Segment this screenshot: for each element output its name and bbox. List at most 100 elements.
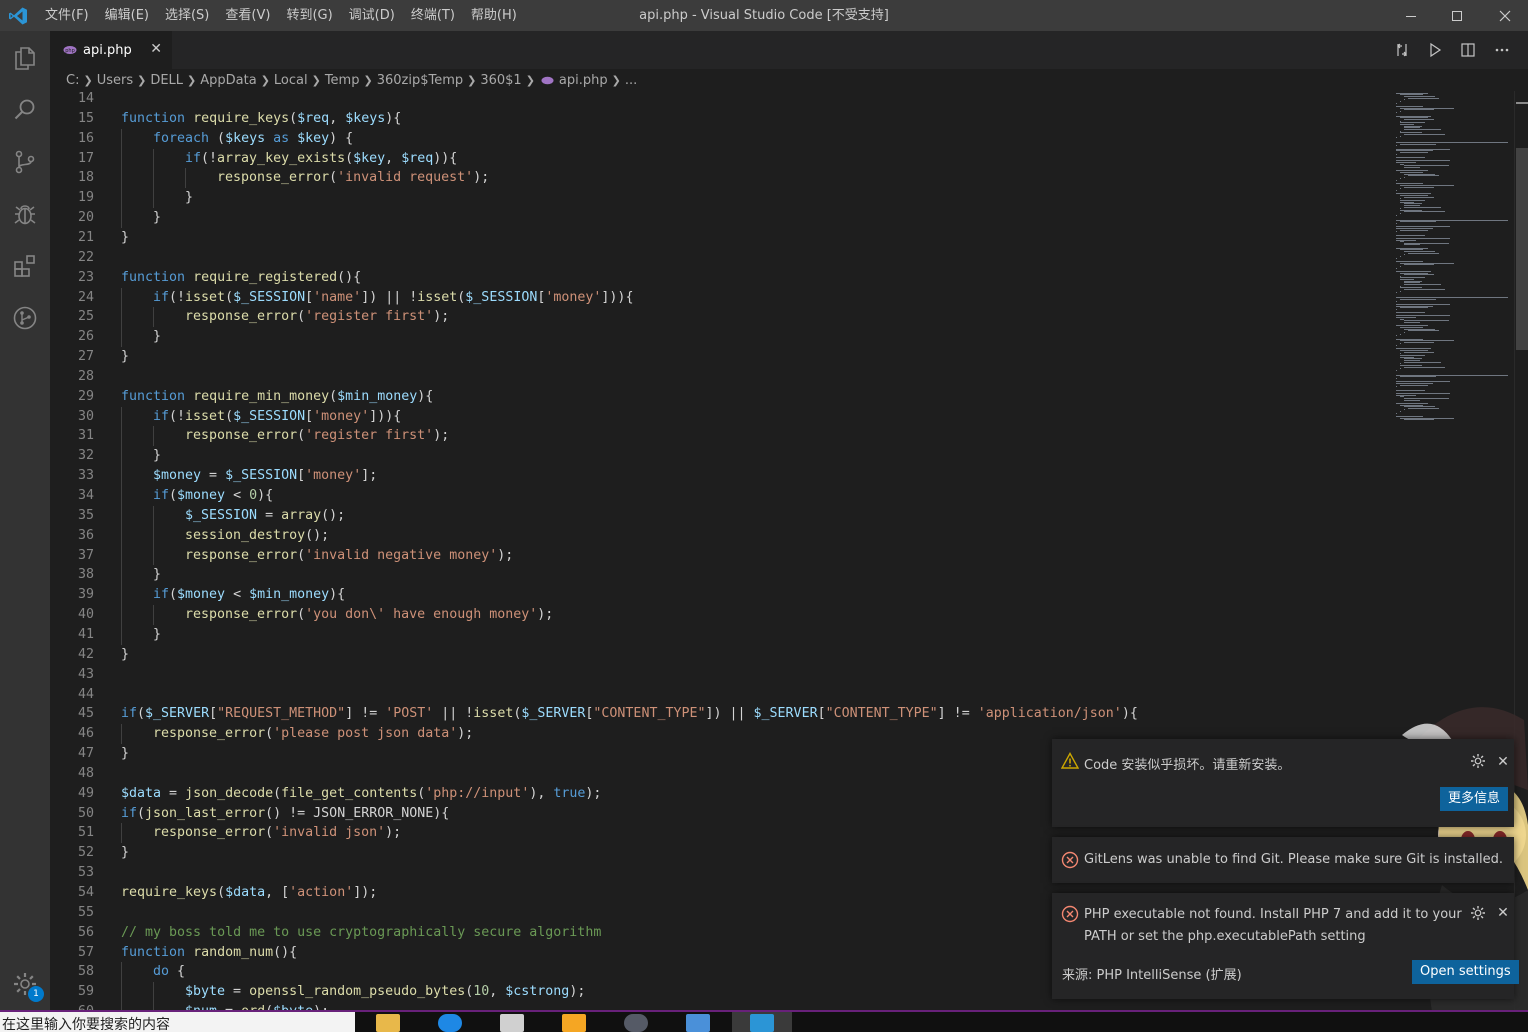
code-line[interactable]: 45 if($_SERVER["REQUEST_METHOD"] != 'POST… — [50, 704, 1380, 724]
code-token: file_get_contents — [281, 785, 418, 801]
code-line[interactable]: 25 response_error('register first'); — [50, 307, 1380, 328]
code-line[interactable]: 37 response_error('invalid negative money… — [50, 545, 1380, 566]
code-line[interactable]: 26} — [50, 327, 1380, 348]
minimize-button[interactable] — [1388, 0, 1434, 31]
code-line[interactable]: 39 if($money < $min_money){ — [50, 585, 1380, 606]
breadcrumb-file[interactable]: api.php — [559, 73, 608, 88]
code-line[interactable]: 43 — [50, 665, 1380, 685]
menu-view[interactable]: 查看(V) — [217, 0, 278, 31]
file-explorer-icon[interactable] — [376, 1014, 400, 1032]
breadcrumb-item[interactable]: 360zip$Temp — [377, 73, 463, 88]
code-line[interactable]: 34 if($money < 0){ — [50, 486, 1380, 506]
code-token: ){ — [257, 488, 274, 503]
browser-icon[interactable] — [438, 1014, 462, 1032]
code-token: < — [225, 587, 250, 603]
code-line[interactable]: 42} — [50, 645, 1380, 665]
breadcrumb-item[interactable]: Local — [274, 73, 308, 88]
menu-terminal[interactable]: 终端(T) — [403, 0, 463, 31]
menu-debug[interactable]: 调试(D) — [341, 0, 403, 31]
tab-api-php[interactable]: php api.php ✕ — [50, 31, 172, 69]
breadcrumb-item[interactable]: DELL — [150, 73, 183, 88]
gear-icon[interactable] — [1470, 753, 1486, 769]
code-line[interactable]: 20} — [50, 208, 1380, 228]
code-token: 'invalid negative money' — [305, 547, 498, 563]
menu-go[interactable]: 转到(G) — [278, 0, 340, 31]
code-line[interactable]: 17 if(!array_key_exists($key, $req)){ — [50, 148, 1380, 169]
tab-close-button[interactable]: ✕ — [150, 41, 162, 57]
code-line[interactable]: 21} — [50, 228, 1380, 248]
notification-php: PHP executable not found. Install PHP 7 … — [1052, 893, 1519, 999]
extensions-button[interactable] — [0, 241, 50, 291]
app-icon[interactable] — [624, 1014, 648, 1032]
vscode-taskbar-icon[interactable] — [750, 1014, 774, 1032]
code-line[interactable]: 32} — [50, 446, 1380, 467]
breadcrumb-item[interactable]: C: — [66, 73, 79, 88]
gear-icon[interactable] — [1470, 905, 1486, 921]
menu-selection[interactable]: 选择(S) — [157, 0, 217, 31]
menu-help[interactable]: 帮助(H) — [463, 0, 525, 31]
maximize-button[interactable] — [1434, 0, 1480, 31]
code-token: ( — [137, 706, 146, 722]
code-line[interactable]: 38} — [50, 565, 1380, 586]
code-line[interactable]: 29 function require_min_money($min_money)… — [50, 387, 1380, 407]
app-icon[interactable] — [686, 1014, 710, 1032]
search-view-button[interactable] — [0, 85, 50, 135]
menu-file[interactable]: 文件(F) — [37, 0, 97, 31]
code-line[interactable]: 19} — [50, 188, 1380, 209]
compare-changes-button[interactable] — [1392, 40, 1412, 60]
code-line[interactable]: 30 if(!isset($_SESSION['money'])){ — [50, 406, 1380, 427]
code-line[interactable]: 18 response_error('invalid request'); — [50, 168, 1380, 189]
close-notification-button[interactable]: ✕ — [1496, 906, 1510, 920]
minimap-line — [1404, 399, 1421, 401]
code-line[interactable]: 35 $_SESSION = array(); — [50, 505, 1380, 526]
code-line[interactable]: 14 — [50, 91, 1380, 109]
breadcrumb-item[interactable]: Temp — [325, 73, 360, 88]
code-text: response_error('register first'); — [185, 426, 449, 446]
code-line[interactable]: 15 function require_keys($req, $keys){ — [50, 109, 1380, 129]
source-control-button[interactable] — [0, 137, 50, 187]
code-line[interactable]: 22 — [50, 248, 1380, 268]
code-line[interactable]: 28 — [50, 367, 1380, 387]
code-line[interactable]: 40 response_error('you don\' have enough … — [50, 605, 1380, 625]
code-line[interactable]: 23 function require_registered(){ — [50, 268, 1380, 288]
code-line[interactable]: 41} — [50, 624, 1380, 645]
explorer-button[interactable] — [0, 33, 50, 83]
code-token: 'register first' — [305, 309, 434, 325]
code-token: function — [121, 944, 194, 960]
code-token: response_error — [153, 726, 266, 742]
scrollbar-thumb[interactable] — [1516, 148, 1528, 350]
code-line[interactable]: 16 foreach ($keys as $key) { — [50, 128, 1380, 149]
breadcrumb-symbol[interactable]: ... — [625, 73, 637, 88]
app-icon[interactable] — [562, 1014, 586, 1032]
code-line[interactable]: 44 — [50, 685, 1380, 705]
close-notification-button[interactable]: ✕ — [1496, 755, 1510, 769]
indent-guide — [185, 168, 186, 189]
run-button[interactable] — [1425, 40, 1445, 60]
store-icon[interactable] — [500, 1014, 524, 1032]
debug-button[interactable] — [0, 189, 50, 239]
gitlens-button[interactable] — [0, 293, 50, 343]
code-token: ( — [329, 170, 338, 186]
code-line[interactable]: 24 if(!isset($_SESSION['name']) || !isset… — [50, 287, 1380, 308]
code-line[interactable]: 27} — [50, 347, 1380, 367]
breadcrumb-item[interactable]: AppData — [200, 73, 256, 88]
warning-icon — [1061, 752, 1079, 769]
breadcrumb-item[interactable]: 360$1 — [480, 73, 521, 88]
code-line[interactable]: 31 response_error('register first'); — [50, 426, 1380, 447]
code-token: (); — [305, 527, 330, 543]
code-line[interactable]: 36 session_destroy(); — [50, 525, 1380, 546]
more-info-button[interactable]: 更多信息 — [1440, 787, 1509, 811]
split-editor-button[interactable] — [1458, 40, 1478, 60]
menu-edit[interactable]: 编辑(E) — [97, 0, 157, 31]
manage-button[interactable] — [0, 959, 50, 1009]
close-window-button[interactable] — [1482, 0, 1528, 31]
taskbar-search-input[interactable]: 在这里输入你要搜索的内容 — [0, 1012, 355, 1032]
minimap[interactable] — [1392, 91, 1514, 431]
breadcrumb-item[interactable]: Users — [97, 73, 133, 88]
open-settings-button[interactable]: Open settings — [1412, 960, 1519, 984]
code-line[interactable]: 33 $money = $_SESSION['money']; — [50, 466, 1380, 486]
minimap-line — [1404, 284, 1441, 286]
code-token: ( — [297, 309, 306, 325]
more-actions-button[interactable] — [1492, 40, 1512, 60]
code-token: ){ — [1121, 706, 1138, 722]
